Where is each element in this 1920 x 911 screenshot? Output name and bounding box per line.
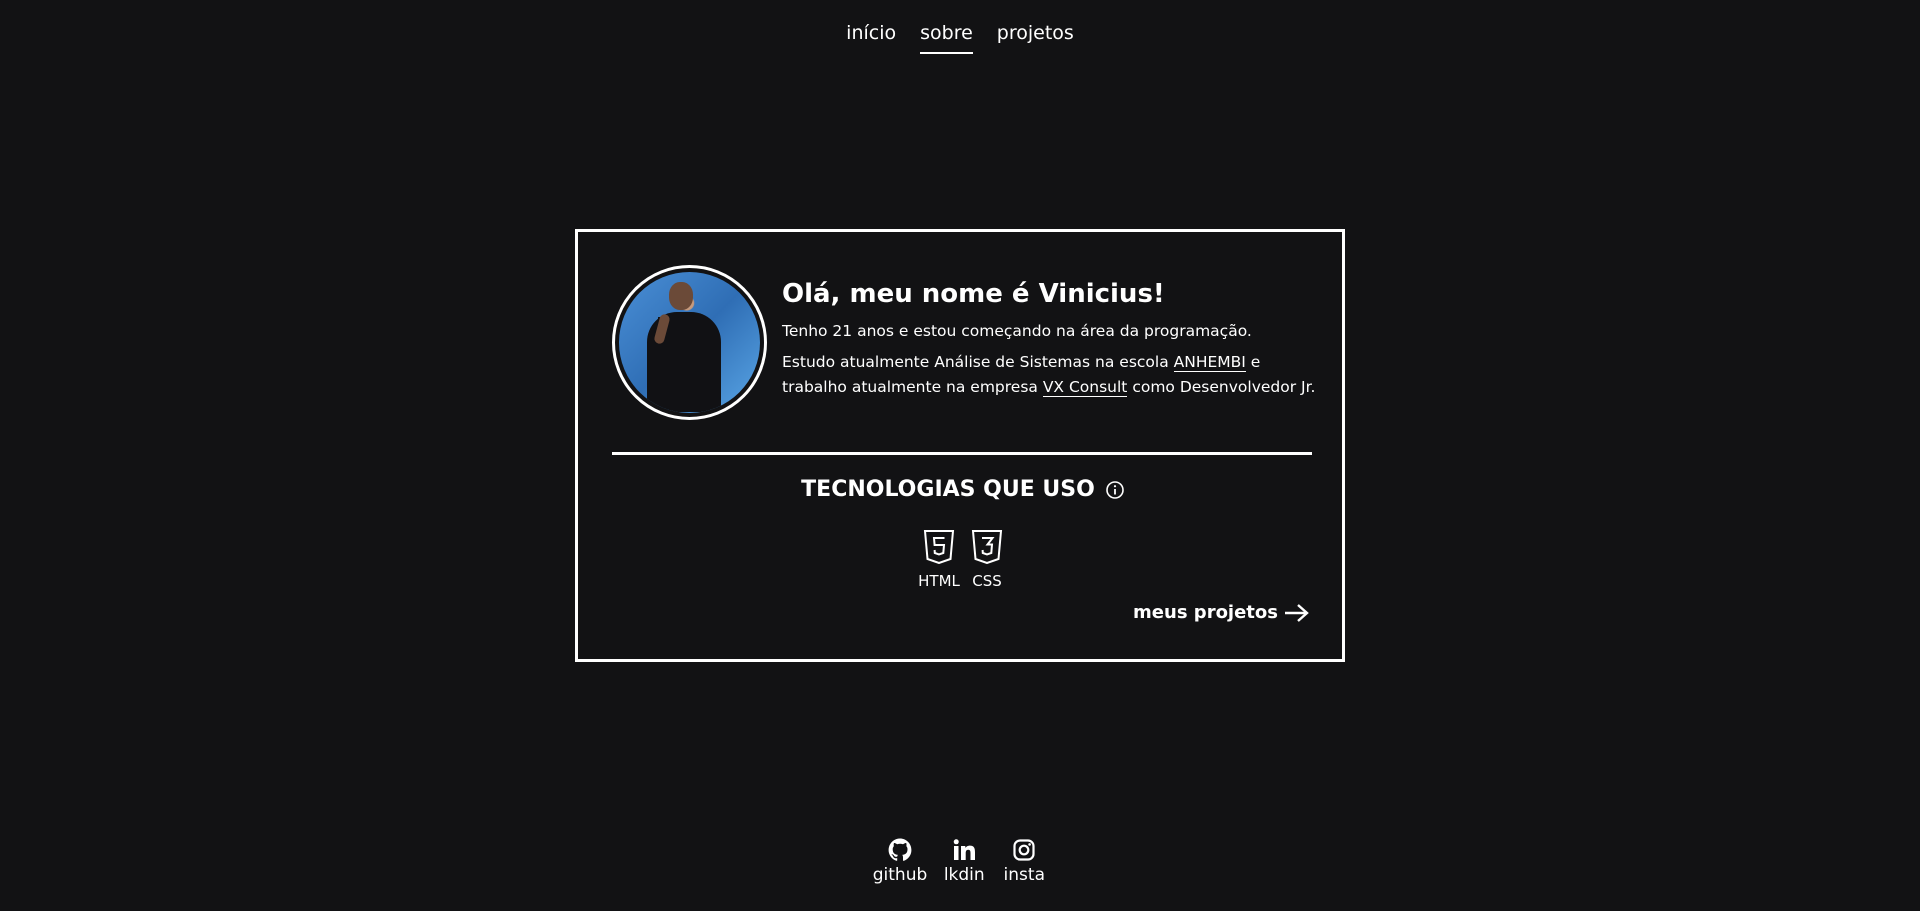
section-divider [612,452,1312,455]
instagram-label: insta [1003,865,1045,885]
profile-picture-frame [612,265,767,420]
html5-icon [923,530,955,564]
avatar [619,272,760,413]
tech-label-html: HTML [918,572,960,590]
intro-study-text-c: como Desenvolvedor Jr. [1127,378,1316,397]
intro-line-study: Estudo atualmente Análise de Sistemas na… [782,350,1322,400]
tech-item-html: HTML [918,530,960,590]
arrow-right-icon [1285,603,1309,622]
top-nav: início sobre projetos [0,18,1920,54]
nav-item-projetos[interactable]: projetos [985,18,1086,54]
avatar-head-shape [669,282,693,310]
tech-list: HTML CSS [578,530,1348,590]
intro-study-text-a: Estudo atualmente Análise de Sistemas na… [782,353,1174,372]
my-projects-link[interactable]: meus projetos [1133,602,1310,623]
tech-heading: TECNOLOGIAS QUE USO [578,477,1348,502]
instagram-icon [1013,839,1035,861]
linkedin-link[interactable]: lkdin [941,838,987,885]
tech-item-css: CSS [968,530,1006,590]
css3-icon [971,530,1003,564]
tech-heading-label: TECNOLOGIAS QUE USO [801,477,1095,502]
nav-item-inicio[interactable]: início [834,18,908,54]
social-footer: github lkdin insta [0,838,1920,885]
info-icon[interactable] [1105,480,1125,500]
linkedin-label: lkdin [943,865,985,885]
my-projects-label: meus projetos [1133,602,1278,623]
github-icon [888,838,912,861]
company-link[interactable]: VX Consult [1042,378,1128,398]
greeting-heading: Olá, meu nome é Vinicius! [782,279,1165,309]
intro-text: Olá, meu nome é Vinicius! Tenho 21 anos … [782,280,1322,407]
intro-line-age: Tenho 21 anos e estou começando na área … [782,321,1252,340]
github-link[interactable]: github [872,838,928,885]
linkedin-icon [954,839,976,860]
instagram-link[interactable]: insta [1001,838,1047,885]
about-card: Olá, meu nome é Vinicius! Tenho 21 anos … [575,229,1345,662]
github-label: github [872,865,928,885]
school-link[interactable]: ANHEMBI [1173,353,1246,373]
nav-item-sobre[interactable]: sobre [908,18,985,54]
tech-label-css: CSS [972,572,1002,590]
